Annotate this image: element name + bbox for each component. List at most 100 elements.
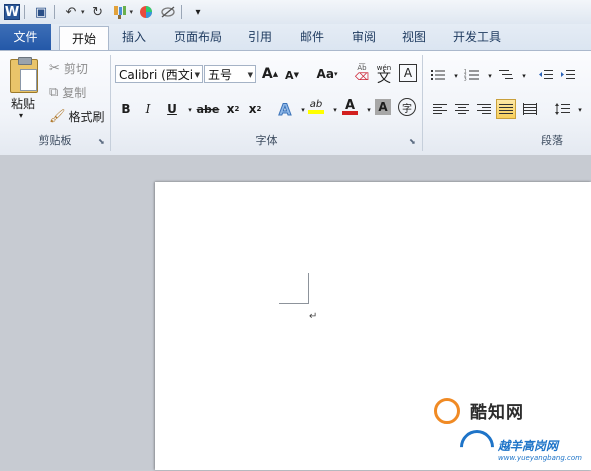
undo-dropdown-icon[interactable]: ▾ (81, 8, 85, 16)
change-case-icon: Aa (316, 67, 334, 81)
font-name-select[interactable]: Calibri (西文i ▼ (115, 65, 203, 83)
line-spacing-button[interactable] (552, 99, 572, 119)
enclose-char-icon: 字 (402, 103, 412, 115)
chevron-down-icon: ▼ (247, 71, 253, 79)
clipboard-launcher-icon[interactable]: ⬊ (98, 137, 105, 146)
bullets-button[interactable] (428, 65, 448, 85)
redo-icon[interactable]: ↻ (89, 3, 107, 21)
align-left-button[interactable] (430, 99, 450, 119)
highlight-icon: ab (309, 99, 323, 110)
copy-button[interactable]: ⧉ 复制 (49, 84, 86, 101)
paste-button[interactable]: 粘贴 (11, 95, 35, 112)
save-icon[interactable]: ▣ (32, 3, 50, 21)
tab-page-layout[interactable]: 页面布局 (166, 24, 230, 50)
multilevel-list-button[interactable] (496, 65, 516, 85)
clear-format-button[interactable]: A͞b ⌫ (352, 61, 372, 85)
margin-corner-mark (279, 303, 308, 304)
line-spacing-dropdown-icon[interactable]: ▾ (570, 100, 590, 120)
customize-icon[interactable]: ▾ (189, 3, 207, 21)
font-color-bar (342, 110, 358, 115)
font-size-select[interactable]: 五号 ▼ (204, 65, 256, 83)
text-effects-icon: A (278, 99, 292, 119)
tab-file[interactable]: 文件 (0, 24, 51, 50)
qat-separator (54, 5, 55, 19)
multilevel-dropdown-icon[interactable]: ▾ (514, 66, 534, 86)
tab-home[interactable]: 开始 (59, 26, 109, 51)
brush-icon: 🖌 (49, 109, 66, 124)
align-right-button[interactable] (474, 99, 494, 119)
paste-label: 粘贴 (11, 97, 36, 111)
format-dropdown-icon[interactable]: ▾ (130, 8, 134, 16)
tab-review[interactable]: 审阅 (343, 24, 385, 50)
tab-references[interactable]: 引用 (240, 24, 280, 50)
qat-separator (181, 5, 183, 19)
strikethrough-button[interactable]: abe (196, 99, 220, 119)
watermark-logo-icon (434, 398, 460, 424)
char-shading-icon: A (378, 100, 388, 114)
numbering-button[interactable]: 123 (462, 65, 482, 85)
underline-button[interactable]: U (162, 99, 182, 119)
underline-icon: U (167, 102, 177, 116)
paste-dropdown-icon[interactable]: ▾ (19, 111, 23, 120)
format-painter-button[interactable]: 🖌 格式刷 (49, 108, 105, 125)
undo-icon[interactable]: ↶ (62, 3, 80, 21)
superscript-mark: 2 (256, 105, 262, 113)
font-color-icon: A (344, 97, 356, 113)
strikethrough-icon: abe (196, 102, 220, 116)
char-border-button[interactable]: A (399, 64, 417, 82)
copy-label: 复制 (62, 86, 87, 100)
svg-text:3: 3 (464, 77, 467, 82)
cut-label: 剪切 (63, 62, 88, 76)
grow-font-icon: A (261, 66, 273, 82)
grow-font-button[interactable]: A ▲ (260, 64, 280, 84)
shrink-font-icon: A (285, 68, 294, 82)
font-color-button[interactable]: A (340, 97, 360, 117)
italic-button[interactable]: I (138, 99, 158, 119)
font-launcher-icon[interactable]: ⬊ (409, 137, 416, 146)
highlight-color-bar (308, 110, 324, 114)
decrease-indent-button[interactable] (536, 65, 556, 85)
format-painter-icon[interactable] (111, 3, 129, 21)
copy-icon: ⧉ (49, 85, 59, 100)
superscript-button[interactable]: x2 (245, 99, 265, 119)
bold-icon: B (121, 102, 131, 116)
char-shading-button[interactable]: A (375, 99, 391, 115)
watermark-site-name: 越羊高岗网 (498, 439, 559, 453)
highlight-button[interactable]: ab (306, 97, 326, 117)
clipboard-group-label: 剪贴板 (38, 134, 72, 147)
char-border-icon: A (403, 66, 413, 80)
italic-icon: I (145, 102, 151, 116)
shrink-font-button[interactable]: A ▼ (282, 65, 302, 85)
ribbon-tabs: 文件 开始 插入 页面布局 引用 邮件 审阅 视图 开发工具 (0, 24, 591, 51)
font-name-value: Calibri (西文i (119, 68, 194, 82)
tab-mailings[interactable]: 邮件 (291, 24, 333, 50)
ribbon-home: 粘贴 ▾ ✂ 剪切 ⧉ 复制 🖌 格式刷 剪贴板 ⬊ Calibri (西文i … (0, 50, 591, 156)
watermark-signal-icon (452, 422, 502, 471)
paragraph-mark: ↵ (309, 311, 318, 322)
tab-view[interactable]: 视图 (394, 24, 434, 50)
cut-button[interactable]: ✂ 剪切 (49, 60, 88, 77)
enclose-char-button[interactable]: 字 (398, 98, 416, 116)
align-center-button[interactable] (452, 99, 472, 119)
color-icon[interactable] (137, 3, 155, 21)
subscript-button[interactable]: x2 (223, 99, 243, 119)
subscript-icon: x (226, 102, 235, 116)
tab-insert[interactable]: 插入 (113, 24, 155, 50)
bold-button[interactable]: B (116, 99, 136, 119)
word-icon[interactable]: W (4, 4, 20, 20)
change-case-button[interactable]: Aa ▾ (312, 64, 342, 84)
distributed-button[interactable] (520, 99, 540, 119)
format-painter-label: 格式刷 (68, 110, 105, 124)
quick-access-toolbar: W ▣ ↶ ▾ ↻ ▾ ▾ (0, 0, 591, 24)
increase-indent-button[interactable] (558, 65, 578, 85)
tab-developer[interactable]: 开发工具 (444, 24, 510, 50)
scissors-icon: ✂ (49, 61, 60, 76)
phonetic-guide-button[interactable]: wén 文 (374, 61, 394, 85)
draw-icon[interactable] (159, 3, 177, 21)
superscript-icon: x (248, 102, 257, 116)
justify-button[interactable] (496, 99, 516, 119)
text-effects-button[interactable]: A (275, 99, 295, 119)
font-size-value: 五号 (208, 68, 233, 82)
paste-icon[interactable] (10, 57, 38, 93)
phonetic-guide-icon: 文 (377, 70, 391, 86)
